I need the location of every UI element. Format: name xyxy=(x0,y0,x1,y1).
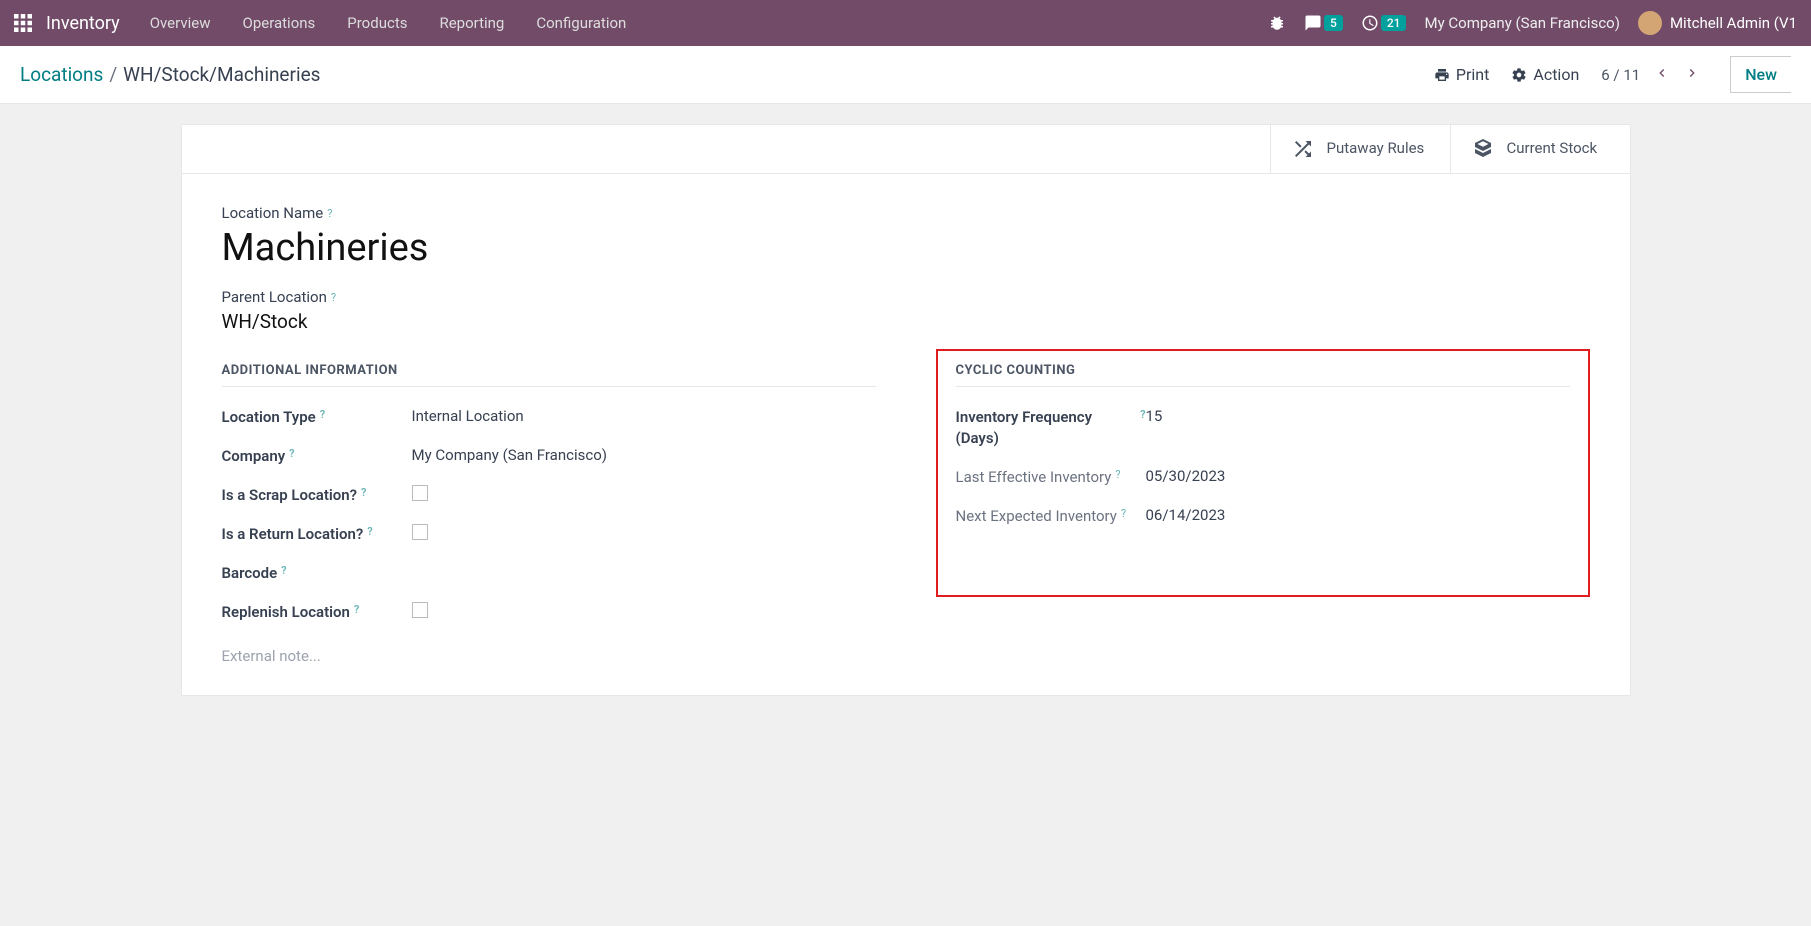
is-return-row: Is a Return Location? ? xyxy=(222,524,876,545)
location-type-value[interactable]: Internal Location xyxy=(412,407,524,425)
shuffle-icon xyxy=(1291,137,1315,161)
stat-buttons: Putaway Rules Current Stock xyxy=(182,125,1630,174)
right-column: CYCLIC COUNTING Inventory Frequency (Day… xyxy=(936,363,1590,665)
location-name-value[interactable]: Machineries xyxy=(222,226,1590,270)
help-icon[interactable]: ? xyxy=(281,563,286,578)
user-name: Mitchell Admin (V1 xyxy=(1670,14,1797,32)
topbar-right: 5 21 My Company (San Francisco) Mitchell… xyxy=(1268,11,1797,35)
inv-freq-label: Inventory Frequency (Days) ? xyxy=(956,407,1146,449)
current-stock-button[interactable]: Current Stock xyxy=(1450,125,1630,173)
parent-location-value[interactable]: WH/Stock xyxy=(222,310,1590,333)
help-icon[interactable]: ? xyxy=(327,207,332,220)
company-label: Company ? xyxy=(222,446,412,467)
user-menu[interactable]: Mitchell Admin (V1 xyxy=(1638,11,1797,35)
is-return-label: Is a Return Location? ? xyxy=(222,524,412,545)
additional-info-title: ADDITIONAL INFORMATION xyxy=(222,363,876,387)
nav-operations[interactable]: Operations xyxy=(243,14,316,32)
messages-badge: 5 xyxy=(1324,15,1343,31)
company-value[interactable]: My Company (San Francisco) xyxy=(412,446,607,464)
new-button[interactable]: New xyxy=(1730,56,1791,93)
action-label: Action xyxy=(1533,65,1579,84)
topbar: Inventory Overview Operations Products R… xyxy=(0,0,1811,46)
current-stock-label: Current Stock xyxy=(1507,139,1598,159)
is-scrap-row: Is a Scrap Location? ? xyxy=(222,485,876,506)
form-body: Location Name ? Machineries Parent Locat… xyxy=(182,174,1630,695)
is-scrap-label: Is a Scrap Location? ? xyxy=(222,485,412,506)
replenish-checkbox[interactable] xyxy=(412,602,428,618)
location-name-label: Location Name ? xyxy=(222,204,1590,222)
app-title[interactable]: Inventory xyxy=(46,13,120,34)
cubes-icon xyxy=(1471,137,1495,161)
left-column: ADDITIONAL INFORMATION Location Type ? I… xyxy=(222,363,876,665)
print-button[interactable]: Print xyxy=(1434,65,1489,84)
help-icon[interactable]: ? xyxy=(367,524,372,539)
replenish-row: Replenish Location ? xyxy=(222,602,876,623)
help-icon[interactable]: ? xyxy=(361,485,366,500)
print-label: Print xyxy=(1456,65,1489,84)
nav-overview[interactable]: Overview xyxy=(150,14,211,32)
breadcrumb: Locations / WH/Stock/Machineries xyxy=(20,63,320,86)
help-icon[interactable]: ? xyxy=(289,446,294,461)
print-icon xyxy=(1434,67,1450,83)
activities-badge: 21 xyxy=(1381,15,1407,31)
avatar xyxy=(1638,11,1662,35)
pager-next[interactable] xyxy=(1684,65,1700,85)
next-inv-value[interactable]: 06/14/2023 xyxy=(1146,506,1226,524)
main: Putaway Rules Current Stock Location Nam… xyxy=(0,104,1811,716)
parent-location-label: Parent Location ? xyxy=(222,288,1590,306)
activities-icon[interactable]: 21 xyxy=(1361,14,1407,32)
cyclic-highlight: CYCLIC COUNTING Inventory Frequency (Day… xyxy=(936,349,1590,597)
next-inv-row: Next Expected Inventory ? 06/14/2023 xyxy=(956,506,1570,527)
inv-freq-value[interactable]: 15 xyxy=(1146,407,1163,425)
company-selector[interactable]: My Company (San Francisco) xyxy=(1424,14,1619,32)
barcode-label: Barcode ? xyxy=(222,563,412,584)
nav-menu: Overview Operations Products Reporting C… xyxy=(150,14,627,32)
location-type-row: Location Type ? Internal Location xyxy=(222,407,876,428)
is-return-checkbox[interactable] xyxy=(412,524,428,540)
nav-configuration[interactable]: Configuration xyxy=(536,14,626,32)
apps-icon[interactable] xyxy=(14,14,32,32)
messages-icon[interactable]: 5 xyxy=(1304,14,1343,32)
pager-prev[interactable] xyxy=(1654,65,1670,85)
last-inv-label: Last Effective Inventory ? xyxy=(956,467,1146,488)
next-inv-label: Next Expected Inventory ? xyxy=(956,506,1146,527)
breadcrumb-current: WH/Stock/Machineries xyxy=(123,63,320,86)
toolbar: Locations / WH/Stock/Machineries Print A… xyxy=(0,46,1811,104)
bug-icon[interactable] xyxy=(1268,14,1286,32)
inv-freq-row: Inventory Frequency (Days) ? 15 xyxy=(956,407,1570,449)
help-icon[interactable]: ? xyxy=(320,407,325,422)
breadcrumb-root[interactable]: Locations xyxy=(20,63,103,86)
toolbar-right: Print Action 6 / 11 New xyxy=(1434,56,1791,93)
last-inv-value[interactable]: 05/30/2023 xyxy=(1146,467,1226,485)
help-icon[interactable]: ? xyxy=(1115,467,1120,482)
nav-products[interactable]: Products xyxy=(347,14,407,32)
gear-icon xyxy=(1511,67,1527,83)
pager-text: 6 / 11 xyxy=(1601,66,1640,84)
putaway-label: Putaway Rules xyxy=(1327,139,1425,159)
barcode-row: Barcode ? xyxy=(222,563,876,584)
action-button[interactable]: Action xyxy=(1511,65,1579,84)
location-type-label: Location Type ? xyxy=(222,407,412,428)
company-row: Company ? My Company (San Francisco) xyxy=(222,446,876,467)
replenish-label: Replenish Location ? xyxy=(222,602,412,623)
help-icon[interactable]: ? xyxy=(331,291,336,304)
form-columns: ADDITIONAL INFORMATION Location Type ? I… xyxy=(222,363,1590,665)
nav-reporting[interactable]: Reporting xyxy=(439,14,504,32)
putaway-rules-button[interactable]: Putaway Rules xyxy=(1270,125,1450,173)
last-inv-row: Last Effective Inventory ? 05/30/2023 xyxy=(956,467,1570,488)
is-scrap-checkbox[interactable] xyxy=(412,485,428,501)
help-icon[interactable]: ? xyxy=(1121,506,1126,521)
form-sheet: Putaway Rules Current Stock Location Nam… xyxy=(181,124,1631,696)
breadcrumb-sep: / xyxy=(109,63,117,86)
cyclic-title: CYCLIC COUNTING xyxy=(956,363,1570,387)
help-icon[interactable]: ? xyxy=(354,602,359,617)
pager: 6 / 11 xyxy=(1601,65,1700,85)
external-note[interactable]: External note... xyxy=(222,647,876,665)
